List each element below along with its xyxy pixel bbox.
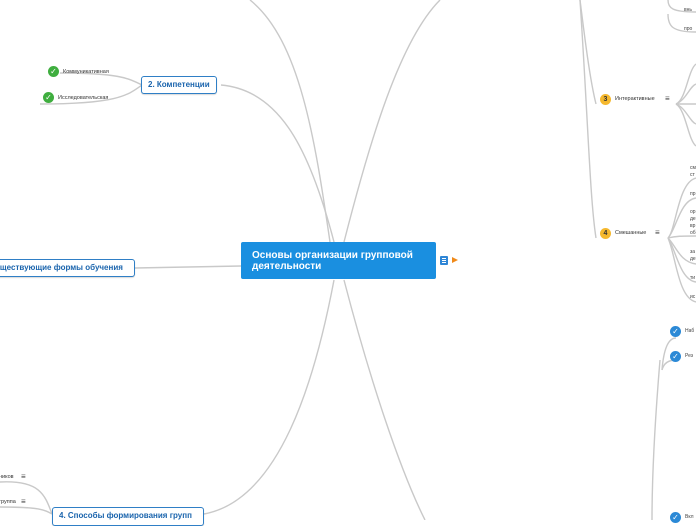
number-badge-3: 3 [600, 94, 611, 105]
connector-groups [203, 279, 335, 515]
mixed-fragment[interactable]: см [690, 165, 696, 172]
central-topic[interactable]: Основы организации групповой деятельност… [241, 242, 436, 279]
notes-icon[interactable] [440, 256, 448, 265]
check-icon: ✓ [48, 66, 59, 77]
connector-top-right [343, 0, 441, 243]
mixed-fragment[interactable]: ис [690, 294, 695, 301]
check-icon: ✓ [670, 512, 681, 523]
node-mixed[interactable]: Смешанные [615, 229, 646, 237]
connector-interactive-1 [675, 63, 696, 105]
mixed-fragment[interactable]: об [690, 230, 696, 237]
mixed-fragment[interactable]: пр [690, 191, 696, 198]
mixed-fragment[interactable]: де [690, 216, 696, 223]
leaf-research[interactable]: Исследовательская [58, 94, 108, 102]
arrow-icon[interactable] [452, 257, 458, 263]
connector-leaf-group2 [0, 506, 53, 515]
leaf-group-fragment-1[interactable]: ников [0, 473, 14, 481]
node-interactive[interactable]: Интерактивные [615, 95, 655, 103]
mixed-fragment[interactable]: ор [690, 209, 696, 216]
check-icon: ✓ [670, 351, 681, 362]
leaf-bottom-right-2[interactable]: Рез [685, 353, 693, 360]
mixed-fragment[interactable]: де [690, 256, 696, 263]
branch-competencies[interactable]: 2. Компетенции [141, 76, 217, 94]
menu-icon[interactable]: ≡ [665, 95, 670, 103]
leaf-bottom-right-1[interactable]: Наб [685, 328, 694, 335]
connector-forms [134, 265, 242, 269]
leaf-top-fragment-2[interactable]: про [684, 26, 692, 33]
mixed-fragment[interactable]: за [690, 249, 695, 256]
check-icon: ✓ [670, 326, 681, 337]
check-icon: ✓ [43, 92, 54, 103]
mixed-fragment[interactable]: ст [690, 172, 695, 179]
menu-icon[interactable]: ≡ [21, 473, 26, 481]
connector-right-lower [343, 279, 426, 520]
leaf-top-fragment-1[interactable]: внь [684, 7, 692, 14]
connector-right-bottom [651, 359, 661, 520]
branch-groups-label: 4. Способы формирования групп [59, 511, 192, 520]
branch-competencies-label: 2. Компетенции [148, 80, 210, 89]
branch-groups[interactable]: 4. Способы формирования групп [52, 507, 204, 526]
leaf-communicative[interactable]: Коммуникативная [63, 68, 109, 76]
leaf-group-fragment-2[interactable]: группа [0, 498, 16, 506]
central-topic-title: Основы организации групповой деятельност… [252, 250, 413, 272]
mixed-fragment[interactable]: ти [690, 275, 695, 282]
connector-right-trunk [579, 0, 597, 105]
menu-icon[interactable]: ≡ [655, 229, 660, 237]
menu-icon[interactable]: ≡ [21, 498, 26, 506]
branch-forms[interactable]: существующие формы обучения [0, 259, 135, 277]
connector-interactive-5 [675, 103, 696, 147]
connector-right-mixed [579, 0, 597, 239]
connector-top-left [249, 0, 331, 243]
mixed-fragment[interactable]: вр [690, 223, 695, 230]
branch-forms-label: существующие формы обучения [0, 263, 123, 272]
number-badge-4: 4 [600, 228, 611, 239]
